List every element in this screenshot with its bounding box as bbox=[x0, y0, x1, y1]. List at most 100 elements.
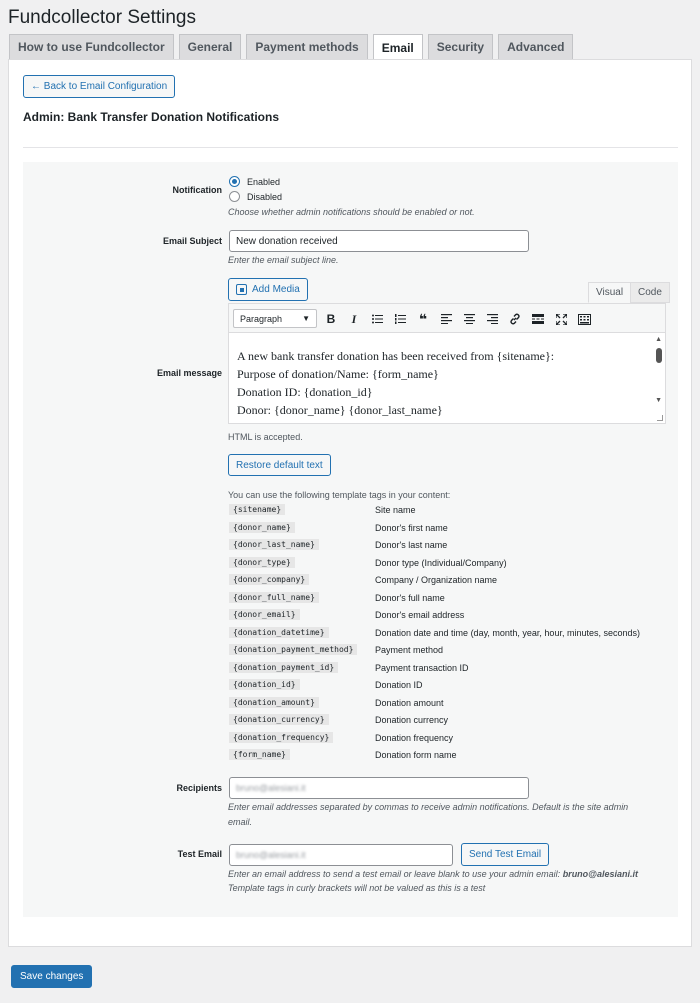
notification-label: Notification bbox=[172, 185, 223, 195]
recipients-input[interactable]: bruno@alesiani.it bbox=[229, 777, 529, 799]
template-tag-desc: Site name bbox=[375, 505, 416, 515]
template-tag-desc: Donation date and time (day, month, year… bbox=[375, 627, 640, 638]
scroll-up-icon[interactable]: ▲ bbox=[655, 336, 662, 343]
template-tag: {donation_datetime} bbox=[229, 626, 329, 638]
editor-scrollbar[interactable] bbox=[656, 348, 662, 363]
template-tag-desc: Donor's full name bbox=[375, 592, 445, 603]
recipients-value: bruno@alesiani.it bbox=[236, 783, 306, 793]
chevron-down-icon: ▼ bbox=[302, 314, 310, 323]
template-tag-row: {donor_company} Company / Organization na… bbox=[229, 574, 679, 588]
template-tag-row: {form_name} Donation form name bbox=[229, 749, 679, 763]
template-tag: {donor_company} bbox=[229, 574, 310, 585]
template-tags-intro: You can use the following template tags … bbox=[228, 490, 451, 500]
template-tag-row: {donation_payment_method} Payment method bbox=[229, 644, 679, 658]
admin-email: bruno@alesiani.it bbox=[562, 869, 638, 879]
resize-handle-icon[interactable] bbox=[657, 415, 663, 421]
template-tag-row: {donor_type} Donor type (Individual/Compa… bbox=[229, 556, 679, 571]
save-changes-button[interactable]: Save changes bbox=[11, 965, 93, 988]
add-media-label: Add Media bbox=[252, 284, 300, 295]
recipients-description: Enter email addresses separated by comma… bbox=[228, 802, 629, 812]
restore-default-button[interactable]: Restore default text bbox=[228, 454, 331, 476]
template-tag-row: {donation_amount} Donation amount bbox=[229, 696, 679, 711]
notification-disabled-label[interactable]: Disabled bbox=[247, 192, 282, 202]
template-tag: {donation_currency} bbox=[229, 714, 329, 725]
add-media-button[interactable]: Add Media bbox=[228, 278, 308, 301]
fullscreen-icon[interactable] bbox=[553, 311, 569, 327]
read-more-icon[interactable] bbox=[530, 311, 546, 327]
template-tag-desc: Donation frequency bbox=[375, 732, 454, 743]
template-tag-row: {donor_email} Donor's email address bbox=[229, 609, 679, 623]
section-title: Admin: Bank Transfer Donation Notificati… bbox=[23, 110, 280, 124]
back-to-email-config-button[interactable]: ← Back to Email Configuration bbox=[23, 75, 176, 98]
template-tag: {donor_email} bbox=[229, 609, 300, 620]
editor-line: Purpose of donation/Name: {form_name} bbox=[237, 367, 439, 381]
template-tag-row: {sitename} Site name bbox=[229, 504, 679, 518]
tab-how-to-use[interactable]: How to use Fundcollector bbox=[9, 34, 174, 59]
template-tag: {donation_frequency} bbox=[229, 731, 334, 743]
send-test-email-button[interactable]: Send Test Email bbox=[461, 843, 550, 866]
template-tag: {donor_name} bbox=[229, 521, 295, 533]
tab-security[interactable]: Security bbox=[427, 34, 494, 59]
notification-disabled-radio[interactable] bbox=[229, 191, 240, 202]
email-message-label: Email message bbox=[156, 368, 222, 378]
divider bbox=[23, 147, 678, 148]
template-tag: {donation_id} bbox=[229, 679, 300, 690]
template-tag-row: {donation_frequency} Donation frequency bbox=[229, 731, 679, 746]
template-tag: {donation_payment_id} bbox=[229, 661, 339, 673]
test-email-label: Test Email bbox=[177, 849, 222, 859]
tab-general[interactable]: General bbox=[178, 34, 242, 59]
notification-enabled-radio[interactable] bbox=[229, 176, 240, 187]
tab-payment-methods[interactable]: Payment methods bbox=[246, 34, 368, 59]
link-icon[interactable] bbox=[507, 311, 523, 327]
italic-icon[interactable]: I bbox=[346, 311, 362, 327]
editor-line: Donation ID: {donation_id} bbox=[237, 385, 373, 399]
numbered-list-icon[interactable] bbox=[392, 311, 408, 327]
align-center-icon[interactable] bbox=[461, 311, 477, 327]
editor-toolbar: Paragraph ▼ B I ❝ bbox=[228, 303, 666, 333]
tab-visual[interactable]: Visual bbox=[588, 282, 632, 303]
template-tag: {form_name} bbox=[229, 749, 290, 760]
test-email-description-text: Enter an email address to send a test em… bbox=[228, 869, 563, 879]
email-subject-label: Email Subject bbox=[162, 236, 222, 246]
page-title: Fundcollector Settings bbox=[8, 7, 196, 28]
align-left-icon[interactable] bbox=[438, 311, 454, 327]
test-email-input[interactable]: bruno@alesiani.it bbox=[229, 844, 453, 866]
template-tag-desc: Donor type (Individual/Company) bbox=[375, 557, 507, 568]
settings-tabs: How to use Fundcollector General Payment… bbox=[9, 34, 578, 60]
bold-icon[interactable]: B bbox=[323, 311, 339, 327]
template-tag-desc: Payment transaction ID bbox=[375, 662, 469, 673]
tab-email[interactable]: Email bbox=[372, 34, 423, 60]
template-tag-row: {donor_name} Donor's first name bbox=[229, 521, 679, 536]
template-tag-desc: Donor's first name bbox=[375, 522, 448, 533]
template-tag-desc: Payment method bbox=[375, 645, 444, 655]
html-note: HTML is accepted. bbox=[228, 432, 303, 442]
blockquote-icon[interactable]: ❝ bbox=[415, 311, 431, 327]
template-tag-desc: Donation amount bbox=[375, 697, 444, 708]
scroll-down-icon[interactable]: ▼ bbox=[655, 397, 662, 404]
email-subject-input[interactable]: New donation received bbox=[229, 230, 529, 252]
template-tag: {donor_type} bbox=[229, 556, 295, 568]
recipients-label: Recipients bbox=[176, 783, 222, 793]
align-right-icon[interactable] bbox=[484, 311, 500, 327]
editor-content: A new bank transfer donation has been re… bbox=[237, 347, 554, 419]
toolbar-toggle-icon[interactable] bbox=[576, 311, 592, 327]
tab-advanced[interactable]: Advanced bbox=[498, 34, 574, 59]
test-email-description: Enter an email address to send a test em… bbox=[228, 869, 638, 879]
recipients-description-2: email. bbox=[228, 817, 253, 827]
template-tag: {donation_amount} bbox=[229, 696, 319, 708]
test-email-value: bruno@alesiani.it bbox=[236, 850, 306, 860]
email-subject-description: Enter the email subject line. bbox=[228, 255, 339, 265]
format-select-value: Paragraph bbox=[240, 313, 283, 324]
email-message-editor[interactable]: A new bank transfer donation has been re… bbox=[228, 333, 666, 424]
template-tag-desc: Company / Organization name bbox=[375, 575, 498, 585]
notification-enabled-label[interactable]: Enabled bbox=[247, 177, 280, 187]
bullet-list-icon[interactable] bbox=[369, 311, 385, 327]
template-tag-desc: Donor's email address bbox=[375, 610, 465, 620]
template-tag-row: {donation_currency} Donation currency bbox=[229, 714, 679, 728]
template-tag: {donor_last_name} bbox=[229, 539, 319, 550]
template-tag-row: {donation_payment_id} Payment transaction… bbox=[229, 661, 679, 676]
add-media-icon bbox=[236, 284, 247, 295]
format-select[interactable]: Paragraph ▼ bbox=[233, 309, 317, 328]
template-tag-desc: Donation currency bbox=[375, 715, 449, 725]
tab-code[interactable]: Code bbox=[630, 282, 670, 303]
